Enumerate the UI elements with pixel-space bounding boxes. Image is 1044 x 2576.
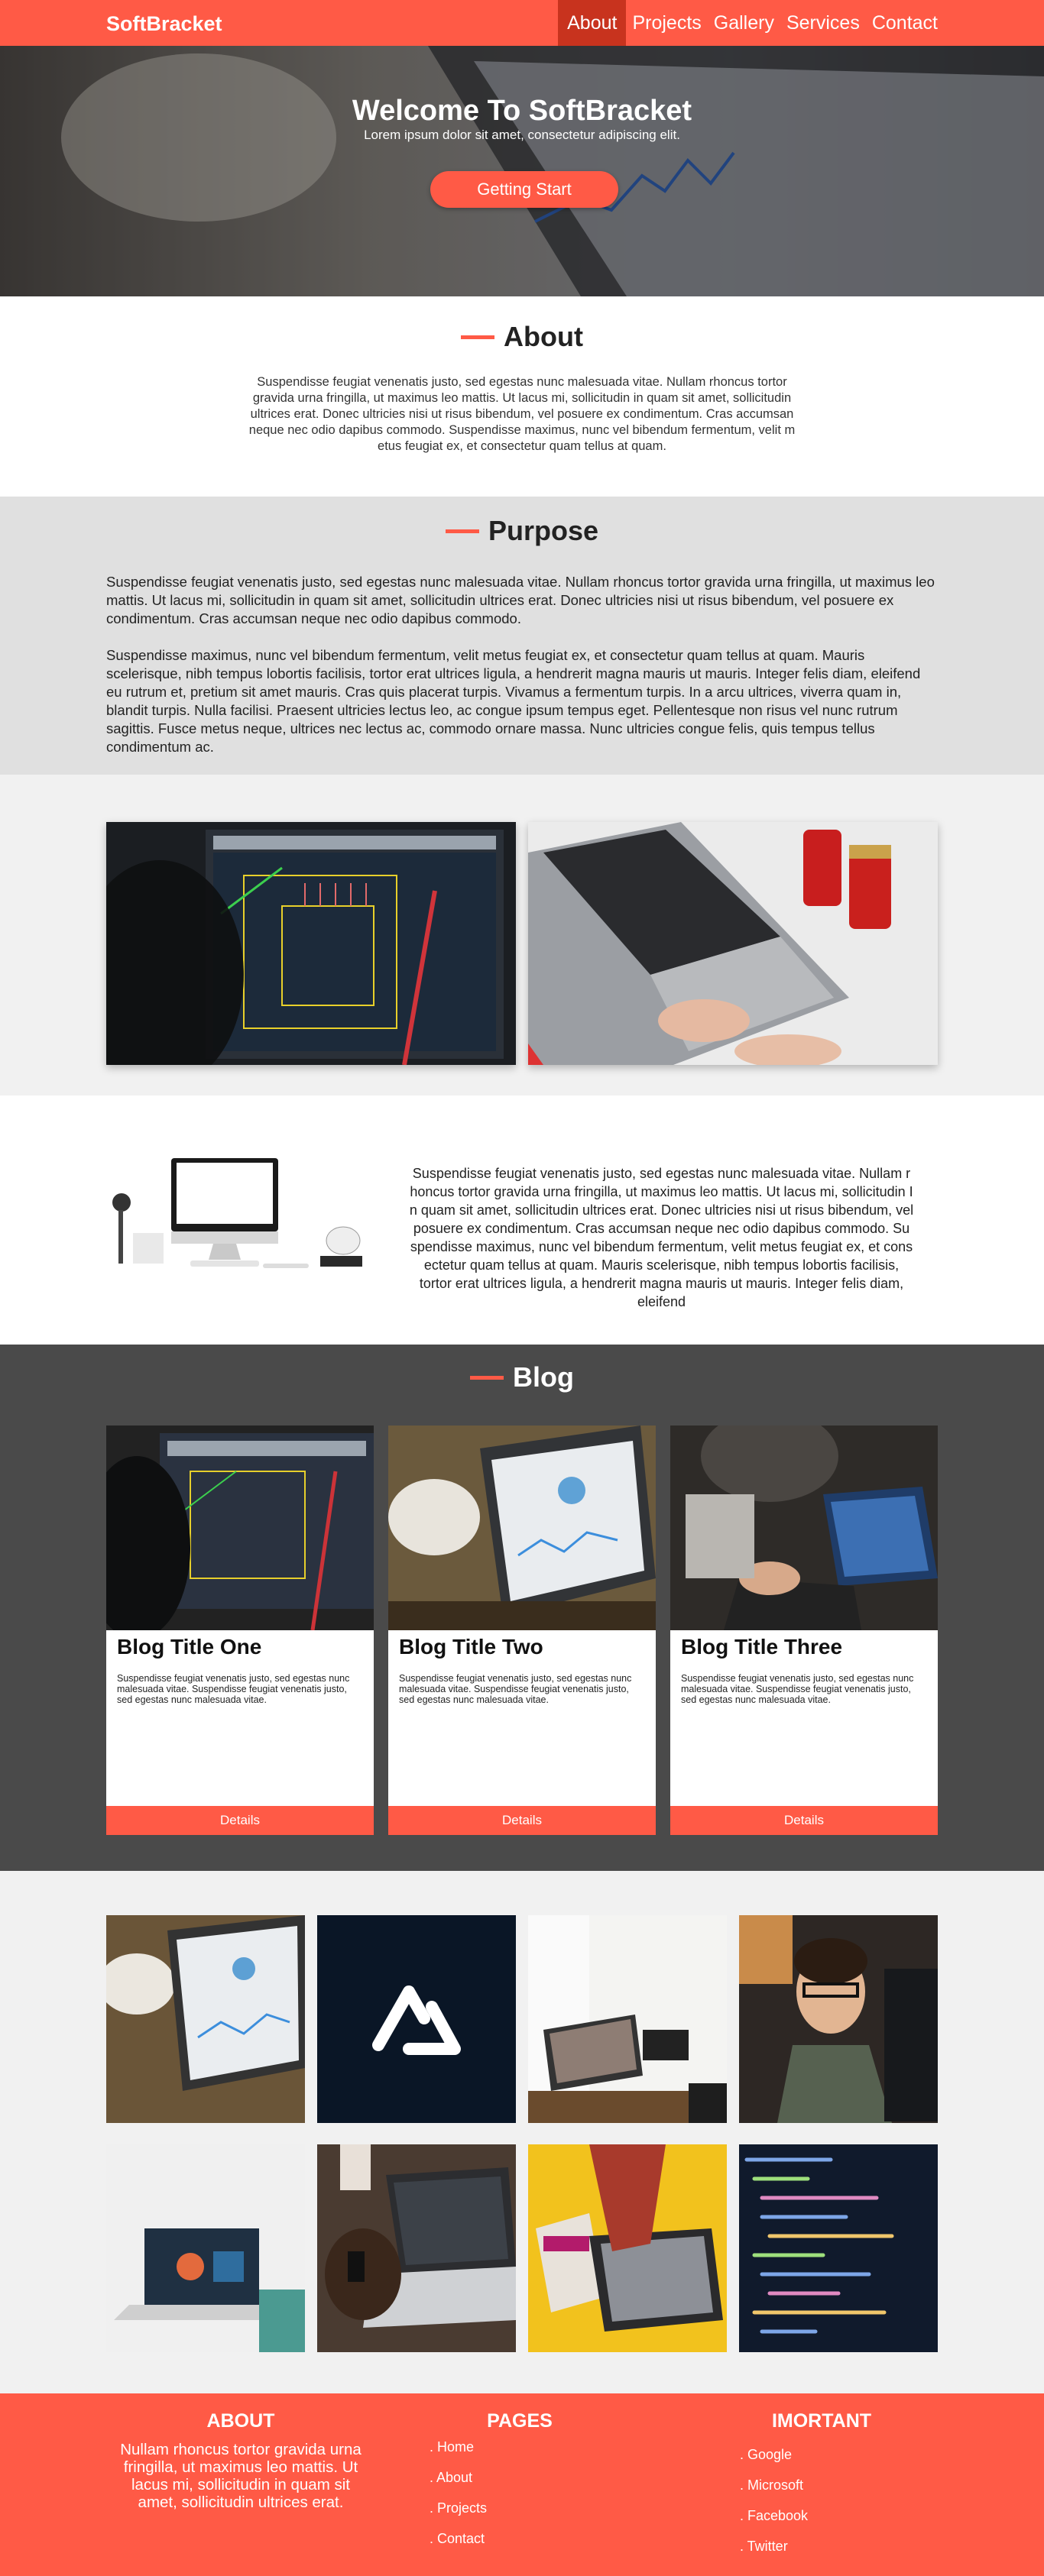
gallery-image[interactable] <box>106 1915 305 2123</box>
purpose-section: Purpose Suspendisse feugiat venenatis ju… <box>0 497 1044 775</box>
gallery-image[interactable] <box>317 1915 516 2123</box>
footer-link-home[interactable]: . Home <box>430 2439 474 2455</box>
details-button[interactable]: Details <box>106 1806 374 1835</box>
blog-card-title[interactable]: Blog Title Three <box>681 1635 938 1659</box>
nav-item-contact[interactable]: Contact <box>866 0 944 46</box>
footer-link-twitter[interactable]: . Twitter <box>740 2539 788 2555</box>
details-button[interactable]: Details <box>670 1806 938 1835</box>
footer-about-title: ABOUT <box>206 2410 275 2432</box>
about-heading: About <box>0 321 1044 353</box>
blog-card-text: Suspendisse feugiat venenatis justo, sed… <box>681 1673 914 1705</box>
footer-pages-title: PAGES <box>487 2410 553 2432</box>
footer: ABOUT Nullam rhoncus tortor gravida urna… <box>0 2393 1044 2576</box>
blog-card-text: Suspendisse feugiat venenatis justo, sed… <box>117 1673 350 1705</box>
blog-card-image <box>106 1426 374 1630</box>
cad-screen-image <box>106 822 516 1065</box>
footer-link-google[interactable]: . Google <box>740 2447 792 2463</box>
about-title: About <box>504 321 583 352</box>
footer-link-microsoft[interactable]: . Microsoft <box>740 2477 803 2493</box>
blog-card-text: Suspendisse feugiat venenatis justo, sed… <box>399 1673 632 1705</box>
hero-title: Welcome To SoftBracket <box>352 95 692 127</box>
gallery-section <box>0 1871 1044 2393</box>
blog-card: Blog Title Two Suspendisse feugiat venen… <box>388 1426 656 1835</box>
navbar: SoftBracket About Projects Gallery Servi… <box>0 0 1044 46</box>
blog-title: Blog <box>513 1361 574 1393</box>
about-text: Suspendisse feugiat venenatis justo, sed… <box>248 375 796 453</box>
product-text: Suspendisse feugiat venenatis justo, sed… <box>409 1166 914 1309</box>
about-section: About Suspendisse feugiat venenatis just… <box>0 296 1044 497</box>
nav-item-gallery[interactable]: Gallery <box>708 0 780 46</box>
blog-card: Blog Title Three Suspendisse feugiat ven… <box>670 1426 938 1835</box>
footer-link-projects[interactable]: . Projects <box>430 2500 487 2516</box>
footer-link-contact[interactable]: . Contact <box>430 2531 485 2547</box>
nav-item-projects[interactable]: Projects <box>626 0 707 46</box>
heading-dash <box>461 335 495 339</box>
gallery-image[interactable] <box>528 2144 727 2352</box>
footer-link-about[interactable]: . About <box>430 2470 472 2486</box>
gallery-image[interactable] <box>106 2144 305 2352</box>
blog-card-title[interactable]: Blog Title One <box>117 1635 374 1659</box>
heading-dash <box>445 529 479 533</box>
hero-banner: Welcome To SoftBracket Lorem ipsum dolor… <box>0 46 1044 296</box>
blog-card: Blog Title One Suspendisse feugiat venen… <box>106 1426 374 1835</box>
purpose-body: Suspendisse feugiat venenatis justo, sed… <box>106 573 938 756</box>
gallery-image[interactable] <box>528 1915 727 2123</box>
nav-item-services[interactable]: Services <box>780 0 866 46</box>
purpose-paragraph-1: Suspendisse feugiat venenatis justo, sed… <box>106 574 935 626</box>
getting-start-button[interactable]: Getting Start <box>430 171 618 208</box>
blog-heading: Blog <box>0 1361 1044 1393</box>
purpose-paragraph-2: Suspendisse maximus, nunc vel bibendum f… <box>106 647 921 755</box>
blog-card-image <box>670 1426 938 1630</box>
blog-section: Blog Blog Title One Suspendisse feugiat … <box>0 1345 1044 1871</box>
footer-link-facebook[interactable]: . Facebook <box>740 2508 808 2524</box>
blog-card-title[interactable]: Blog Title Two <box>399 1635 656 1659</box>
laptop-hands-image <box>528 822 938 1065</box>
nav-item-about[interactable]: About <box>558 0 627 46</box>
featured-images <box>0 775 1044 1095</box>
product-section: Suspendisse feugiat venenatis justo, sed… <box>0 1095 1044 1345</box>
gallery-image[interactable] <box>739 2144 938 2352</box>
nav-menu: About Projects Gallery Services Contact <box>558 0 944 46</box>
hero-subtitle: Lorem ipsum dolor sit amet, consectetur … <box>364 128 680 142</box>
gallery-image[interactable] <box>317 2144 516 2352</box>
blog-card-image <box>388 1426 656 1630</box>
footer-important-title: IMORTANT <box>771 2410 872 2432</box>
gallery-image[interactable] <box>739 1915 938 2123</box>
purpose-title: Purpose <box>488 515 599 546</box>
footer-about-text: Nullam rhoncus tortor gravida urna fring… <box>120 2441 362 2511</box>
desktop-computer-image <box>106 1149 370 1286</box>
purpose-heading: Purpose <box>0 515 1044 547</box>
brand-logo[interactable]: SoftBracket <box>106 12 222 36</box>
details-button[interactable]: Details <box>388 1806 656 1835</box>
heading-dash <box>470 1375 504 1380</box>
